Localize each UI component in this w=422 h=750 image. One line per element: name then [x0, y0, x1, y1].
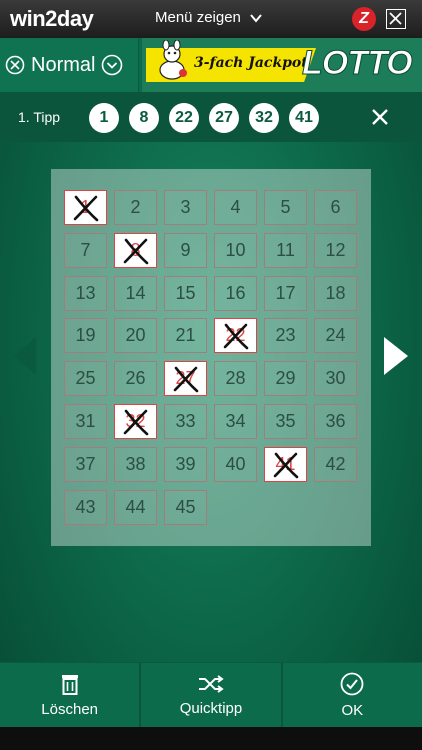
remove-tipp-close-icon[interactable] — [370, 107, 390, 127]
tipp-number-ball: 1 — [89, 103, 119, 133]
lotto-number-cell[interactable]: 13 — [64, 275, 107, 311]
lotto-number-cell[interactable]: 38 — [114, 446, 157, 482]
cross-mark-icon — [173, 366, 199, 393]
cross-mark-icon — [223, 324, 249, 350]
cross-mark-icon — [123, 238, 149, 265]
delete-label: Löschen — [41, 700, 99, 718]
checkmark-circle-icon — [340, 672, 364, 695]
lotto-number-cell[interactable]: 44 — [114, 489, 157, 525]
lotto-number-cell[interactable]: 31 — [64, 404, 107, 439]
lotto-number-cell[interactable]: 39 — [164, 446, 207, 482]
lotto-number-cell[interactable]: 7 — [64, 232, 107, 268]
lotto-number-cell[interactable]: 19 — [64, 318, 107, 354]
no-system-icon — [5, 55, 25, 75]
lotto-number-cell[interactable]: 8 — [114, 232, 157, 268]
ok-button[interactable]: OK — [283, 663, 422, 727]
lotto-number-cell[interactable]: 11 — [264, 232, 307, 268]
lotto-number-cell[interactable]: 6 — [314, 190, 357, 225]
lotto-number-cell[interactable]: 12 — [314, 232, 357, 268]
lotto-number-cell[interactable]: 14 — [114, 275, 157, 311]
cross-mark-icon — [273, 452, 299, 479]
cross-mark-icon — [73, 195, 99, 222]
lotto-number-cell[interactable]: 15 — [164, 275, 207, 311]
lotto-number-cell[interactable]: 23 — [264, 318, 307, 354]
lotto-number-cell[interactable]: 26 — [114, 361, 157, 397]
quicktipp-button[interactable]: Quicktipp — [141, 663, 283, 727]
chevron-down-circle-icon — [102, 54, 123, 76]
top-bar: win2day Menü zeigen Z — [0, 0, 422, 38]
lotto-number-cell[interactable]: 21 — [164, 318, 207, 354]
mascot-icon — [159, 40, 187, 80]
quicktipp-label: Quicktipp — [179, 699, 243, 717]
lotto-number-cell[interactable]: 4 — [214, 190, 257, 225]
delete-button[interactable]: Löschen — [0, 663, 142, 727]
lotto-number-cell[interactable]: 34 — [214, 404, 257, 439]
lotto-number-cell[interactable]: 41 — [264, 446, 307, 482]
lotto-number-cell[interactable]: 36 — [314, 404, 357, 439]
chevron-down-icon — [250, 13, 262, 23]
lotto-number-cell[interactable]: 3 — [164, 190, 207, 225]
lotto-number-cell[interactable]: 42 — [314, 446, 357, 482]
mode-bar: Normal 3-fach Jackpot LOTTO — [0, 38, 422, 92]
footer-strip — [0, 727, 422, 750]
lotto-number-cell[interactable]: 9 — [164, 232, 207, 268]
lotto-number-cell[interactable]: 17 — [264, 275, 307, 311]
tipp-number-ball: 41 — [289, 103, 319, 133]
lotto-number-cell[interactable]: 27 — [164, 361, 207, 397]
tipp-number-ball: 27 — [209, 103, 239, 133]
lotto-number-cell[interactable]: 37 — [64, 446, 107, 482]
tipp-label: 1. Tipp — [18, 109, 61, 125]
zahlungskonto-badge-icon[interactable]: Z — [352, 7, 376, 31]
lotto-number-cell[interactable]: 2 — [114, 190, 157, 225]
cross-mark-icon — [123, 409, 149, 436]
tipp-bar: 1. Tipp 1 8 22 27 32 41 — [0, 92, 422, 142]
lotto-number-cell[interactable]: 35 — [264, 404, 307, 439]
lotto-number-cell[interactable]: 16 — [214, 275, 257, 311]
lotto-number-cell[interactable]: 33 — [164, 404, 207, 439]
tipp-number-ball: 22 — [169, 103, 199, 133]
banner-jackpot-text: 3-fach Jackpot — [194, 55, 308, 71]
close-window-button[interactable] — [386, 9, 406, 29]
lotto-number-cell[interactable]: 22 — [214, 318, 257, 354]
number-grid: 1 2 3 4 5 6 7 8 9 10 11 12 13 14 15 16 17 18 19 20 21 22 23 24 2… — [51, 169, 371, 546]
lotto-number-cell[interactable]: 10 — [214, 232, 257, 268]
win2day-logo[interactable]: win2day — [10, 6, 94, 32]
lotto-logo: LOTTO — [302, 44, 414, 83]
menu-toggle-button[interactable]: Menü zeigen — [155, 9, 263, 26]
lotto-number-cell[interactable]: 30 — [314, 361, 357, 397]
lotto-number-cell[interactable]: 20 — [114, 318, 157, 354]
previous-tipp-arrow-icon[interactable] — [14, 337, 36, 375]
lotto-number-cell[interactable]: 29 — [264, 361, 307, 397]
tipp-number-ball: 8 — [129, 103, 159, 133]
menu-label: Menü zeigen — [155, 9, 241, 26]
lotto-number-cell[interactable]: 1 — [64, 190, 107, 225]
play-mode-label: Normal — [31, 53, 96, 76]
lotto-number-cell[interactable]: 43 — [64, 489, 107, 525]
lotto-number-cell[interactable]: 18 — [314, 275, 357, 311]
tipp-number-ball: 32 — [249, 103, 279, 133]
lotto-number-cell[interactable]: 45 — [164, 489, 207, 525]
lotto-number-cell[interactable]: 5 — [264, 190, 307, 225]
close-icon — [389, 12, 402, 25]
trash-icon — [61, 674, 78, 695]
ok-label: OK — [341, 701, 364, 719]
lotto-number-cell[interactable]: 24 — [314, 318, 357, 354]
lotto-number-cell[interactable]: 40 — [214, 446, 257, 482]
lotto-jackpot-banner[interactable]: 3-fach Jackpot LOTTO — [142, 38, 422, 92]
lotto-number-cell[interactable]: 28 — [214, 361, 257, 397]
play-mode-select[interactable]: Normal — [0, 38, 139, 92]
shuffle-icon — [198, 674, 224, 693]
lotto-number-cell[interactable]: 32 — [114, 404, 157, 439]
lotto-number-cell[interactable]: 25 — [64, 361, 107, 397]
bottom-toolbar: Löschen Quicktipp OK — [0, 662, 422, 727]
next-tipp-arrow-icon[interactable] — [384, 337, 408, 375]
